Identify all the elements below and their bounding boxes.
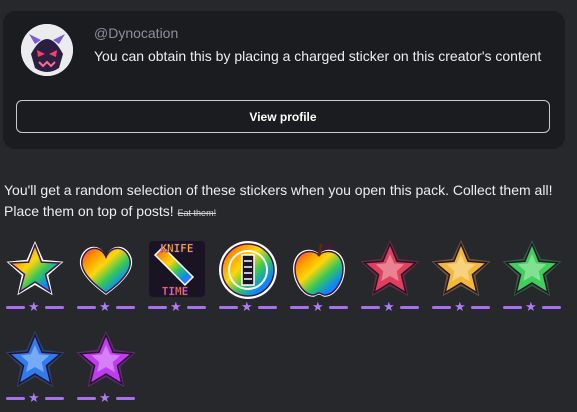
- sticker-charge-indicator: ★: [432, 299, 490, 314]
- sticker-item[interactable]: ★: [287, 237, 351, 317]
- charge-line-left: [432, 306, 451, 309]
- charge-star-icon: ★: [99, 299, 111, 314]
- sticker-charge-indicator: ★: [219, 299, 277, 314]
- green-star-icon: [502, 240, 562, 297]
- charge-line-right: [471, 306, 490, 309]
- view-profile-button[interactable]: View profile: [16, 100, 550, 133]
- blue-star-icon: [5, 331, 65, 388]
- charge-star-icon: ★: [525, 299, 537, 314]
- charge-star-icon: ★: [383, 299, 395, 314]
- charge-line-left: [6, 306, 25, 309]
- pack-intro: You'll get a random selection of these s…: [4, 180, 564, 224]
- sticker-charge-indicator: ★: [6, 299, 64, 314]
- red-star-icon: [360, 240, 420, 297]
- knife-time-top-text: KNIFE: [160, 242, 193, 255]
- charge-star-icon: ★: [170, 299, 182, 314]
- charge-line-right: [187, 306, 206, 309]
- charge-line-right: [116, 397, 135, 400]
- yellow-star-icon: [431, 240, 491, 297]
- charge-line-left: [6, 397, 25, 400]
- charge-line-right: [45, 306, 64, 309]
- sticker-charge-indicator: ★: [77, 390, 135, 405]
- sticker-item[interactable]: ★: [216, 237, 280, 317]
- charge-line-right: [258, 306, 277, 309]
- pack-intro-text: You'll get a random selection of these s…: [4, 182, 553, 219]
- charge-line-left: [290, 306, 309, 309]
- charge-star-icon: ★: [99, 390, 111, 405]
- charge-line-right: [400, 306, 419, 309]
- charge-line-left: [77, 397, 96, 400]
- sticker-charge-indicator: ★: [503, 299, 561, 314]
- rainbow-coin-icon: [219, 241, 277, 299]
- rainbow-heart-icon: [79, 246, 133, 295]
- charge-line-right: [45, 397, 64, 400]
- sticker-item[interactable]: ★: [3, 237, 67, 317]
- rainbow-apple-icon: [293, 243, 345, 297]
- charge-line-right: [542, 306, 561, 309]
- charge-line-left: [77, 306, 96, 309]
- sticker-item[interactable]: ★: [429, 237, 493, 317]
- charge-star-icon: ★: [454, 299, 466, 314]
- charge-star-icon: ★: [241, 299, 253, 314]
- pack-intro-strike-text: Eat them!: [177, 208, 217, 218]
- sticker-charge-indicator: ★: [77, 299, 135, 314]
- sticker-item[interactable]: KNIFE TIME ★: [145, 237, 209, 317]
- knife-time-icon: KNIFE TIME: [149, 241, 205, 298]
- sticker-item[interactable]: ★: [358, 237, 422, 317]
- sticker-item[interactable]: ★: [74, 237, 138, 317]
- creator-handle[interactable]: @Dynocation: [94, 25, 178, 41]
- sticker-charge-indicator: ★: [6, 390, 64, 405]
- sticker-charge-indicator: ★: [148, 299, 206, 314]
- sticker-charge-indicator: ★: [361, 299, 419, 314]
- rainbow-star-icon: [6, 241, 64, 296]
- charge-line-right: [329, 306, 348, 309]
- charge-line-left: [219, 306, 238, 309]
- sticker-item[interactable]: ★: [74, 328, 138, 408]
- sticker-item[interactable]: ★: [3, 328, 67, 408]
- creator-card: @Dynocation You can obtain this by placi…: [3, 11, 565, 149]
- charge-line-right: [116, 306, 135, 309]
- creator-avatar-icon: [21, 24, 73, 76]
- charge-star-icon: ★: [312, 299, 324, 314]
- charge-line-left: [361, 306, 380, 309]
- avatar[interactable]: [21, 24, 73, 76]
- charge-line-left: [148, 306, 167, 309]
- sticker-charge-indicator: ★: [290, 299, 348, 314]
- sticker-item[interactable]: ★: [500, 237, 564, 317]
- knife-time-bottom-text: TIME: [162, 285, 189, 298]
- sticker-source-description: You can obtain this by placing a charged…: [94, 48, 542, 64]
- charge-star-icon: ★: [28, 299, 40, 314]
- charge-star-icon: ★: [28, 390, 40, 405]
- charge-line-left: [503, 306, 522, 309]
- purple-star-icon: [76, 331, 136, 388]
